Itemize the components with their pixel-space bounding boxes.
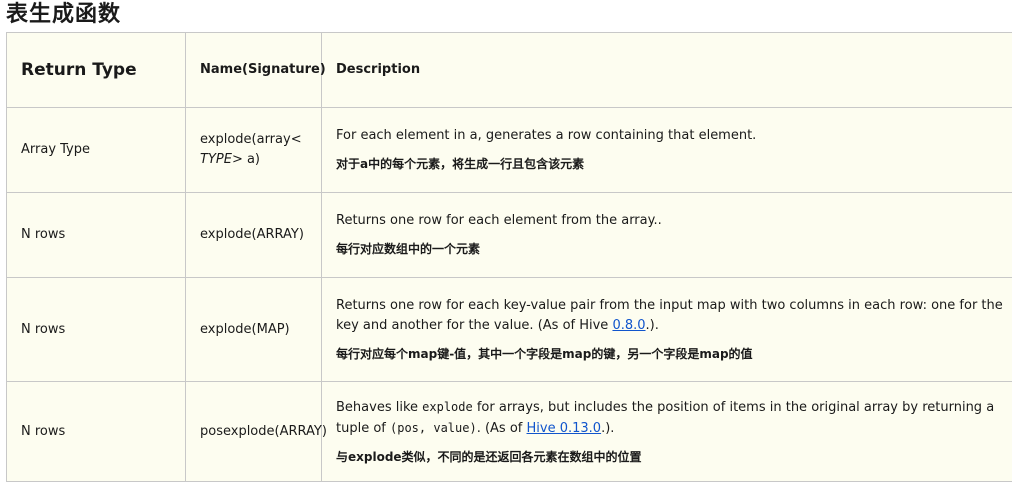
- description-cell: Returns one row for each key-value pair …: [322, 278, 1012, 382]
- type-placeholder: TYPE: [200, 152, 232, 167]
- header-description: Description: [322, 33, 1012, 108]
- header-return-type: Return Type: [7, 33, 186, 108]
- description-en: Returns one row for each element from th…: [336, 211, 1012, 231]
- udtf-table: Return Type Name(Signature) Description …: [6, 32, 1012, 482]
- description-zh: 与explode类似，不同的是还返回各元素在数组中的位置: [336, 447, 1012, 467]
- table-header-row: Return Type Name(Signature) Description: [7, 33, 1012, 108]
- description-en: Returns one row for each key-value pair …: [336, 296, 1012, 336]
- return-type-cell: N rows: [7, 278, 186, 382]
- return-type-cell: N rows: [7, 382, 186, 482]
- description-cell: Behaves like explode for arrays, but inc…: [322, 382, 1012, 482]
- page-title: 表生成函数: [6, 0, 121, 30]
- description-zh: 每行对应每个map键-值，其中一个字段是map的键，另一个字段是map的值: [336, 344, 1012, 364]
- description-en: Behaves like explode for arrays, but inc…: [336, 397, 1012, 439]
- signature-cell: explode(MAP): [186, 278, 322, 382]
- description-zh: 对于a中的每个元素，将生成一行且包含该元素: [336, 154, 1012, 174]
- table-row: N rows posexplode(ARRAY) Behaves like ex…: [7, 382, 1012, 482]
- return-type-cell: N rows: [7, 193, 186, 278]
- table-row: N rows explode(ARRAY) Returns one row fo…: [7, 193, 1012, 278]
- table-row: Array Type explode(array< TYPE> a) For ea…: [7, 108, 1012, 193]
- code-explode: explode: [422, 400, 473, 414]
- code-pos-value: (pos, value): [390, 421, 477, 435]
- return-type-cell: Array Type: [7, 108, 186, 193]
- description-cell: For each element in a, generates a row c…: [322, 108, 1012, 193]
- signature-cell: posexplode(ARRAY): [186, 382, 322, 482]
- description-zh: 每行对应数组中的一个元素: [336, 239, 1012, 259]
- description-en: For each element in a, generates a row c…: [336, 126, 1012, 146]
- hive-version-link[interactable]: 0.8.0: [612, 318, 645, 333]
- signature-cell: explode(array< TYPE> a): [186, 108, 322, 193]
- table-row: N rows explode(MAP) Returns one row for …: [7, 278, 1012, 382]
- hive-version-link[interactable]: Hive 0.13.0: [527, 421, 602, 436]
- description-cell: Returns one row for each element from th…: [322, 193, 1012, 278]
- signature-text: > a): [232, 152, 260, 167]
- signature-text: explode(array<: [200, 132, 302, 147]
- signature-cell: explode(ARRAY): [186, 193, 322, 278]
- header-name-signature: Name(Signature): [186, 33, 322, 108]
